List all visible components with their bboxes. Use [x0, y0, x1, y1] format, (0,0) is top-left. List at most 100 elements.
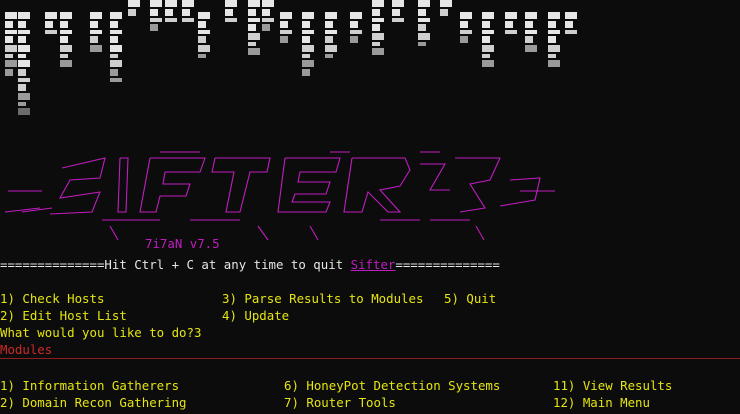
app-name: Sifter — [350, 257, 396, 272]
glitch-block — [565, 12, 577, 19]
module-router-tools[interactable]: 7) Router Tools — [284, 394, 396, 411]
glitch-block — [248, 0, 260, 7]
glitch-block — [460, 36, 468, 43]
glitch-block — [525, 45, 537, 52]
glitch-block — [182, 18, 194, 22]
glitch-block — [128, 9, 136, 16]
glitch-block — [18, 84, 26, 91]
module-honeypot-detection[interactable]: 6) HoneyPot Detection Systems — [284, 377, 500, 394]
menu-item-update[interactable]: 4) Update — [222, 307, 289, 324]
glitch-block — [482, 45, 494, 52]
quit-hint: ==============Hit Ctrl + C at any time t… — [0, 256, 500, 273]
glitch-block — [302, 45, 314, 52]
glitch-block — [525, 21, 533, 28]
glitch-block — [110, 12, 122, 19]
module-domain-recon-gathering[interactable]: 2) Domain Recon Gathering — [0, 394, 187, 411]
glitch-block — [482, 60, 494, 67]
glitch-block — [460, 12, 472, 19]
glitch-block — [198, 30, 210, 34]
glitch-block — [392, 0, 404, 7]
glitch-block — [302, 21, 310, 28]
glitch-block — [18, 102, 26, 106]
glitch-block — [110, 21, 118, 28]
glitch-block — [18, 69, 26, 76]
glitch-block — [18, 21, 26, 28]
glitch-block — [565, 21, 573, 28]
glitch-block — [350, 12, 362, 19]
glitch-block — [350, 36, 358, 43]
glitch-block — [505, 30, 517, 34]
glitch-block — [482, 30, 494, 34]
glitch-block — [302, 69, 310, 76]
modules-divider — [0, 358, 740, 359]
module-information-gatherers[interactable]: 1) Information Gatherers — [0, 377, 179, 394]
glitch-block — [5, 36, 13, 43]
glitch-block — [60, 60, 72, 67]
glitch-block — [548, 54, 556, 58]
glitch-block — [18, 78, 30, 82]
glitch-block — [90, 36, 98, 43]
glitch-block — [150, 18, 162, 22]
glitch-block — [165, 18, 177, 22]
glitch-block — [460, 30, 472, 34]
glitch-block — [5, 12, 17, 19]
glitch-block — [302, 60, 314, 67]
glitch-block — [60, 36, 68, 43]
glitch-block — [262, 0, 274, 7]
glitch-block — [280, 21, 288, 28]
glitch-block — [5, 60, 17, 67]
glitch-block — [372, 24, 380, 31]
glitch-block — [418, 0, 430, 7]
glitch-block — [198, 45, 210, 52]
module-view-results[interactable]: 11) View Results — [553, 377, 672, 394]
glitch-block — [372, 33, 384, 40]
glitch-block — [372, 42, 380, 46]
glitch-block — [90, 45, 102, 52]
glitch-block — [262, 24, 270, 31]
glitch-block — [350, 30, 362, 34]
quit-hint-prefix: ==============Hit Ctrl + C at any time t… — [0, 257, 351, 272]
glitch-block — [302, 36, 310, 43]
glitch-block — [505, 12, 517, 19]
glitch-block — [350, 21, 358, 28]
glitch-block — [110, 45, 122, 52]
glitch-block — [372, 18, 384, 22]
glitch-block — [128, 0, 140, 7]
menu-item-edit-host-list[interactable]: 2) Edit Host List — [0, 307, 127, 324]
glitch-block — [110, 30, 122, 34]
glitch-block — [18, 108, 30, 115]
prompt-input[interactable]: What would you like to do?3 — [0, 324, 201, 341]
glitch-block — [565, 30, 577, 34]
glitch-block — [325, 36, 333, 43]
glitch-block — [198, 54, 206, 58]
module-main-menu[interactable]: 12) Main Menu — [553, 394, 650, 411]
quit-hint-suffix: ============== — [395, 257, 500, 272]
glitch-block — [110, 54, 118, 58]
menu-item-parse-results[interactable]: 3) Parse Results to Modules — [222, 290, 423, 307]
glitch-block — [60, 21, 68, 28]
glitch-block — [5, 45, 17, 52]
glitch-block — [110, 78, 122, 82]
glitch-block — [548, 60, 560, 67]
glitch-block — [60, 54, 68, 58]
glitch-block — [262, 18, 274, 22]
logo-version: 7i7aN v7.5 — [145, 236, 220, 251]
glitch-block — [90, 21, 98, 28]
glitch-block — [548, 21, 556, 28]
glitch-block — [440, 0, 452, 7]
menu-item-check-hosts[interactable]: 1) Check Hosts — [0, 290, 104, 307]
glitch-block — [525, 12, 537, 19]
glitch-block — [18, 54, 26, 58]
glitch-block — [60, 45, 72, 52]
glitch-block — [372, 9, 380, 16]
glitch-block — [248, 42, 256, 46]
glitch-block — [525, 30, 537, 34]
glitch-block — [418, 33, 430, 40]
glitch-block — [325, 12, 337, 19]
menu-item-quit[interactable]: 5) Quit — [444, 290, 496, 307]
glitch-block — [60, 30, 72, 34]
glitch-block — [90, 12, 102, 19]
glitch-block — [302, 54, 310, 58]
terminal-window: 7i7aN v7.5 ==============Hit Ctrl + C at… — [0, 0, 740, 414]
glitch-block — [392, 9, 400, 16]
